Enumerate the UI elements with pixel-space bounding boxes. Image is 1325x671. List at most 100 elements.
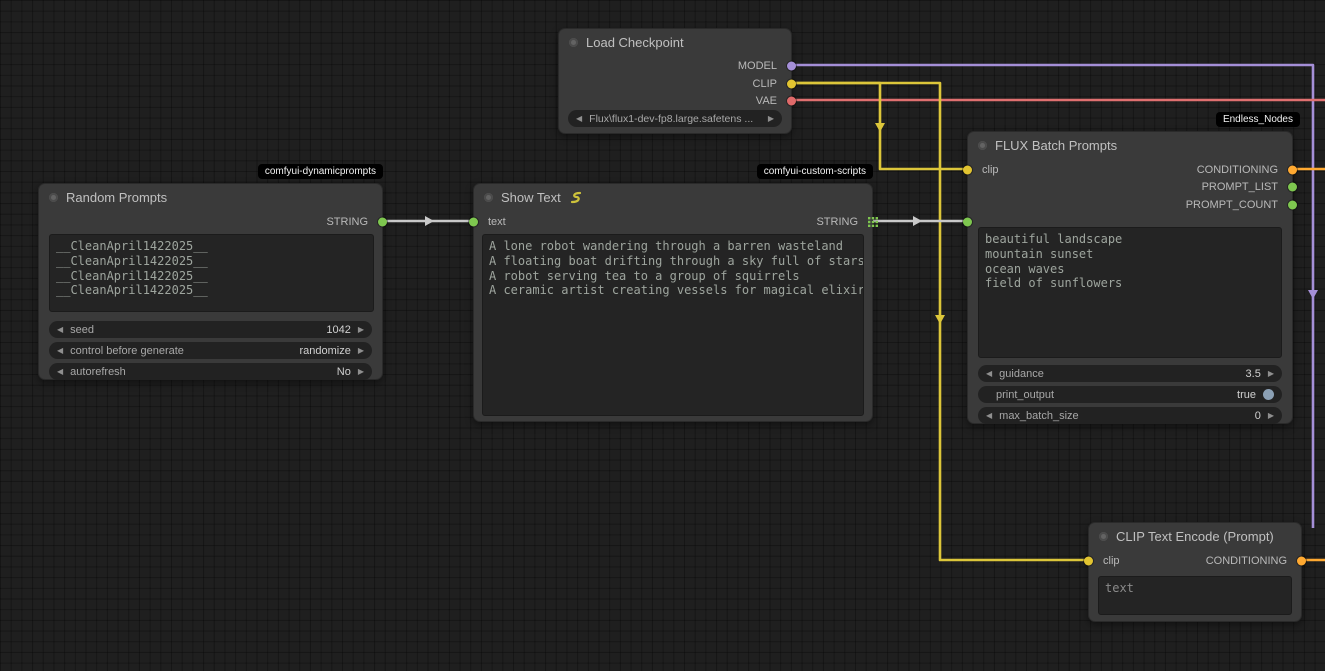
badge-endless-nodes: Endless_Nodes	[1216, 112, 1300, 127]
collapse-dot-icon[interactable]	[49, 193, 58, 202]
node-title-bar[interactable]: Load Checkpoint	[559, 29, 791, 55]
flux-prompts-textarea[interactable]: beautiful landscape mountain sunset ocea…	[978, 227, 1282, 358]
max-batch-value: 0	[1255, 410, 1261, 422]
control-left-arrow-icon[interactable]: ◀	[57, 347, 63, 355]
seed-widget[interactable]: ◀ seed 1042 ▶	[49, 321, 372, 338]
print-output-toggle[interactable]	[1263, 389, 1274, 400]
output-slot-model: MODEL	[738, 59, 791, 73]
ckpt-name-value: Flux\flux1-dev-fp8.large.safetens ...	[589, 113, 761, 125]
slot-label: CLIP	[753, 78, 777, 90]
collapse-dot-icon[interactable]	[484, 193, 493, 202]
prompt-list-output-port[interactable]	[1288, 183, 1297, 192]
node-title-bar[interactable]: FLUX Batch Prompts	[968, 132, 1292, 158]
node-title: CLIP Text Encode (Prompt)	[1116, 529, 1274, 544]
max-batch-left-arrow-icon[interactable]: ◀	[986, 412, 992, 420]
node-clip-text-encode[interactable]: CLIP Text Encode (Prompt) clip CONDITION…	[1088, 522, 1302, 622]
slot-label: PROMPT_LIST	[1202, 181, 1278, 193]
link-arrow-model	[1308, 290, 1318, 299]
badge-dynamicprompts: comfyui-dynamicprompts	[258, 164, 383, 179]
model-output-port[interactable]	[787, 62, 796, 71]
slot-label: MODEL	[738, 60, 777, 72]
autorefresh-label: autorefresh	[70, 366, 330, 378]
vae-output-port[interactable]	[787, 97, 796, 106]
string-output-port[interactable]	[378, 218, 387, 227]
collapse-dot-icon[interactable]	[1099, 532, 1108, 541]
output-slot-clip: CLIP	[753, 77, 791, 91]
max-batch-size-widget[interactable]: ◀ max_batch_size 0 ▶	[978, 407, 1282, 424]
conditioning-output-port[interactable]	[1297, 557, 1306, 566]
output-slot-prompt-count: PROMPT_COUNT	[1186, 198, 1292, 212]
input-slot-clip: clip	[968, 163, 999, 177]
combo-left-arrow-icon[interactable]: ◀	[576, 115, 582, 123]
slot-label: STRING	[326, 216, 368, 228]
node-show-text[interactable]: Show Text text STRING A lone robot wande…	[473, 183, 873, 422]
seed-left-arrow-icon[interactable]: ◀	[57, 326, 63, 334]
clip-text-textarea[interactable]: text	[1098, 576, 1292, 615]
control-label: control before generate	[70, 345, 292, 357]
guidance-widget[interactable]: ◀ guidance 3.5 ▶	[978, 365, 1282, 382]
max-batch-right-arrow-icon[interactable]: ▶	[1268, 412, 1274, 420]
link-arrow-string-2	[913, 216, 922, 226]
control-before-generate-widget[interactable]: ◀ control before generate randomize ▶	[49, 342, 372, 359]
node-random-prompts[interactable]: Random Prompts STRING __CleanApril142202…	[38, 183, 383, 380]
slot-label: text	[488, 216, 506, 228]
guidance-value: 3.5	[1246, 368, 1261, 380]
node-title: FLUX Batch Prompts	[995, 138, 1117, 153]
graph-canvas[interactable]: comfyui-dynamicprompts comfyui-custom-sc…	[0, 0, 1325, 671]
autorefresh-right-arrow-icon[interactable]: ▶	[358, 368, 364, 376]
seed-value: 1042	[326, 324, 350, 336]
max-batch-label: max_batch_size	[999, 410, 1248, 422]
output-slot-conditioning: CONDITIONING	[1197, 163, 1292, 177]
link-arrow-string-1	[425, 216, 434, 226]
conditioning-output-port[interactable]	[1288, 166, 1297, 175]
input-slot-text: text	[474, 215, 506, 229]
autorefresh-widget[interactable]: ◀ autorefresh No ▶	[49, 363, 372, 380]
prompt-count-output-port[interactable]	[1288, 201, 1297, 210]
badge-custom-scripts: comfyui-custom-scripts	[757, 164, 873, 179]
node-flux-batch-prompts[interactable]: FLUX Batch Prompts clip CONDITIONING PRO…	[967, 131, 1293, 424]
output-slot-conditioning: CONDITIONING	[1206, 554, 1301, 568]
node-title: Show Text	[501, 190, 561, 205]
output-slot-vae: VAE	[756, 94, 791, 108]
link-arrow-clip-2	[935, 315, 945, 324]
autorefresh-left-arrow-icon[interactable]: ◀	[57, 368, 63, 376]
slot-label: clip	[982, 164, 999, 176]
print-output-label: print_output	[986, 389, 1230, 401]
print-output-widget[interactable]: print_output true	[978, 386, 1282, 403]
slot-label: clip	[1103, 555, 1120, 567]
slot-label: STRING	[816, 216, 858, 228]
node-title: Load Checkpoint	[586, 35, 684, 50]
control-value: randomize	[299, 345, 350, 357]
prompts-text-input-port[interactable]	[963, 218, 972, 227]
collapse-dot-icon[interactable]	[978, 141, 987, 150]
print-output-value: true	[1237, 389, 1256, 401]
output-slot-string: STRING	[816, 215, 872, 229]
slot-label: CONDITIONING	[1206, 555, 1287, 567]
node-title-bar[interactable]: Random Prompts	[39, 184, 382, 210]
text-input-port[interactable]	[469, 218, 478, 227]
slot-label: VAE	[756, 95, 777, 107]
guidance-left-arrow-icon[interactable]: ◀	[986, 370, 992, 378]
show-text-output-area[interactable]: A lone robot wandering through a barren …	[482, 234, 864, 416]
seed-label: seed	[70, 324, 319, 336]
random-prompts-textarea[interactable]: __CleanApril1422025__ __CleanApril142202…	[49, 234, 374, 312]
collapse-dot-icon[interactable]	[569, 38, 578, 47]
node-title-bar[interactable]: CLIP Text Encode (Prompt)	[1089, 523, 1301, 549]
output-slot-prompt-list: PROMPT_LIST	[1202, 180, 1292, 194]
guidance-right-arrow-icon[interactable]: ▶	[1268, 370, 1274, 378]
ckpt-name-combo[interactable]: ◀ Flux\flux1-dev-fp8.large.safetens ... …	[568, 110, 782, 127]
node-load-checkpoint[interactable]: Load Checkpoint MODEL CLIP VAE ◀ Flux\fl…	[558, 28, 792, 134]
clip-input-port[interactable]	[963, 166, 972, 175]
output-slot-string: STRING	[326, 215, 382, 229]
link-arrow-clip-1	[875, 123, 885, 132]
link-clip-to-flux	[783, 83, 966, 169]
node-title: Random Prompts	[66, 190, 167, 205]
string-list-grid-port[interactable]	[868, 217, 878, 227]
node-title-bar[interactable]: Show Text	[474, 184, 872, 210]
control-right-arrow-icon[interactable]: ▶	[358, 347, 364, 355]
clip-output-port[interactable]	[787, 80, 796, 89]
autorefresh-value: No	[337, 366, 351, 378]
clip-input-port[interactable]	[1084, 557, 1093, 566]
combo-right-arrow-icon[interactable]: ▶	[768, 115, 774, 123]
seed-right-arrow-icon[interactable]: ▶	[358, 326, 364, 334]
